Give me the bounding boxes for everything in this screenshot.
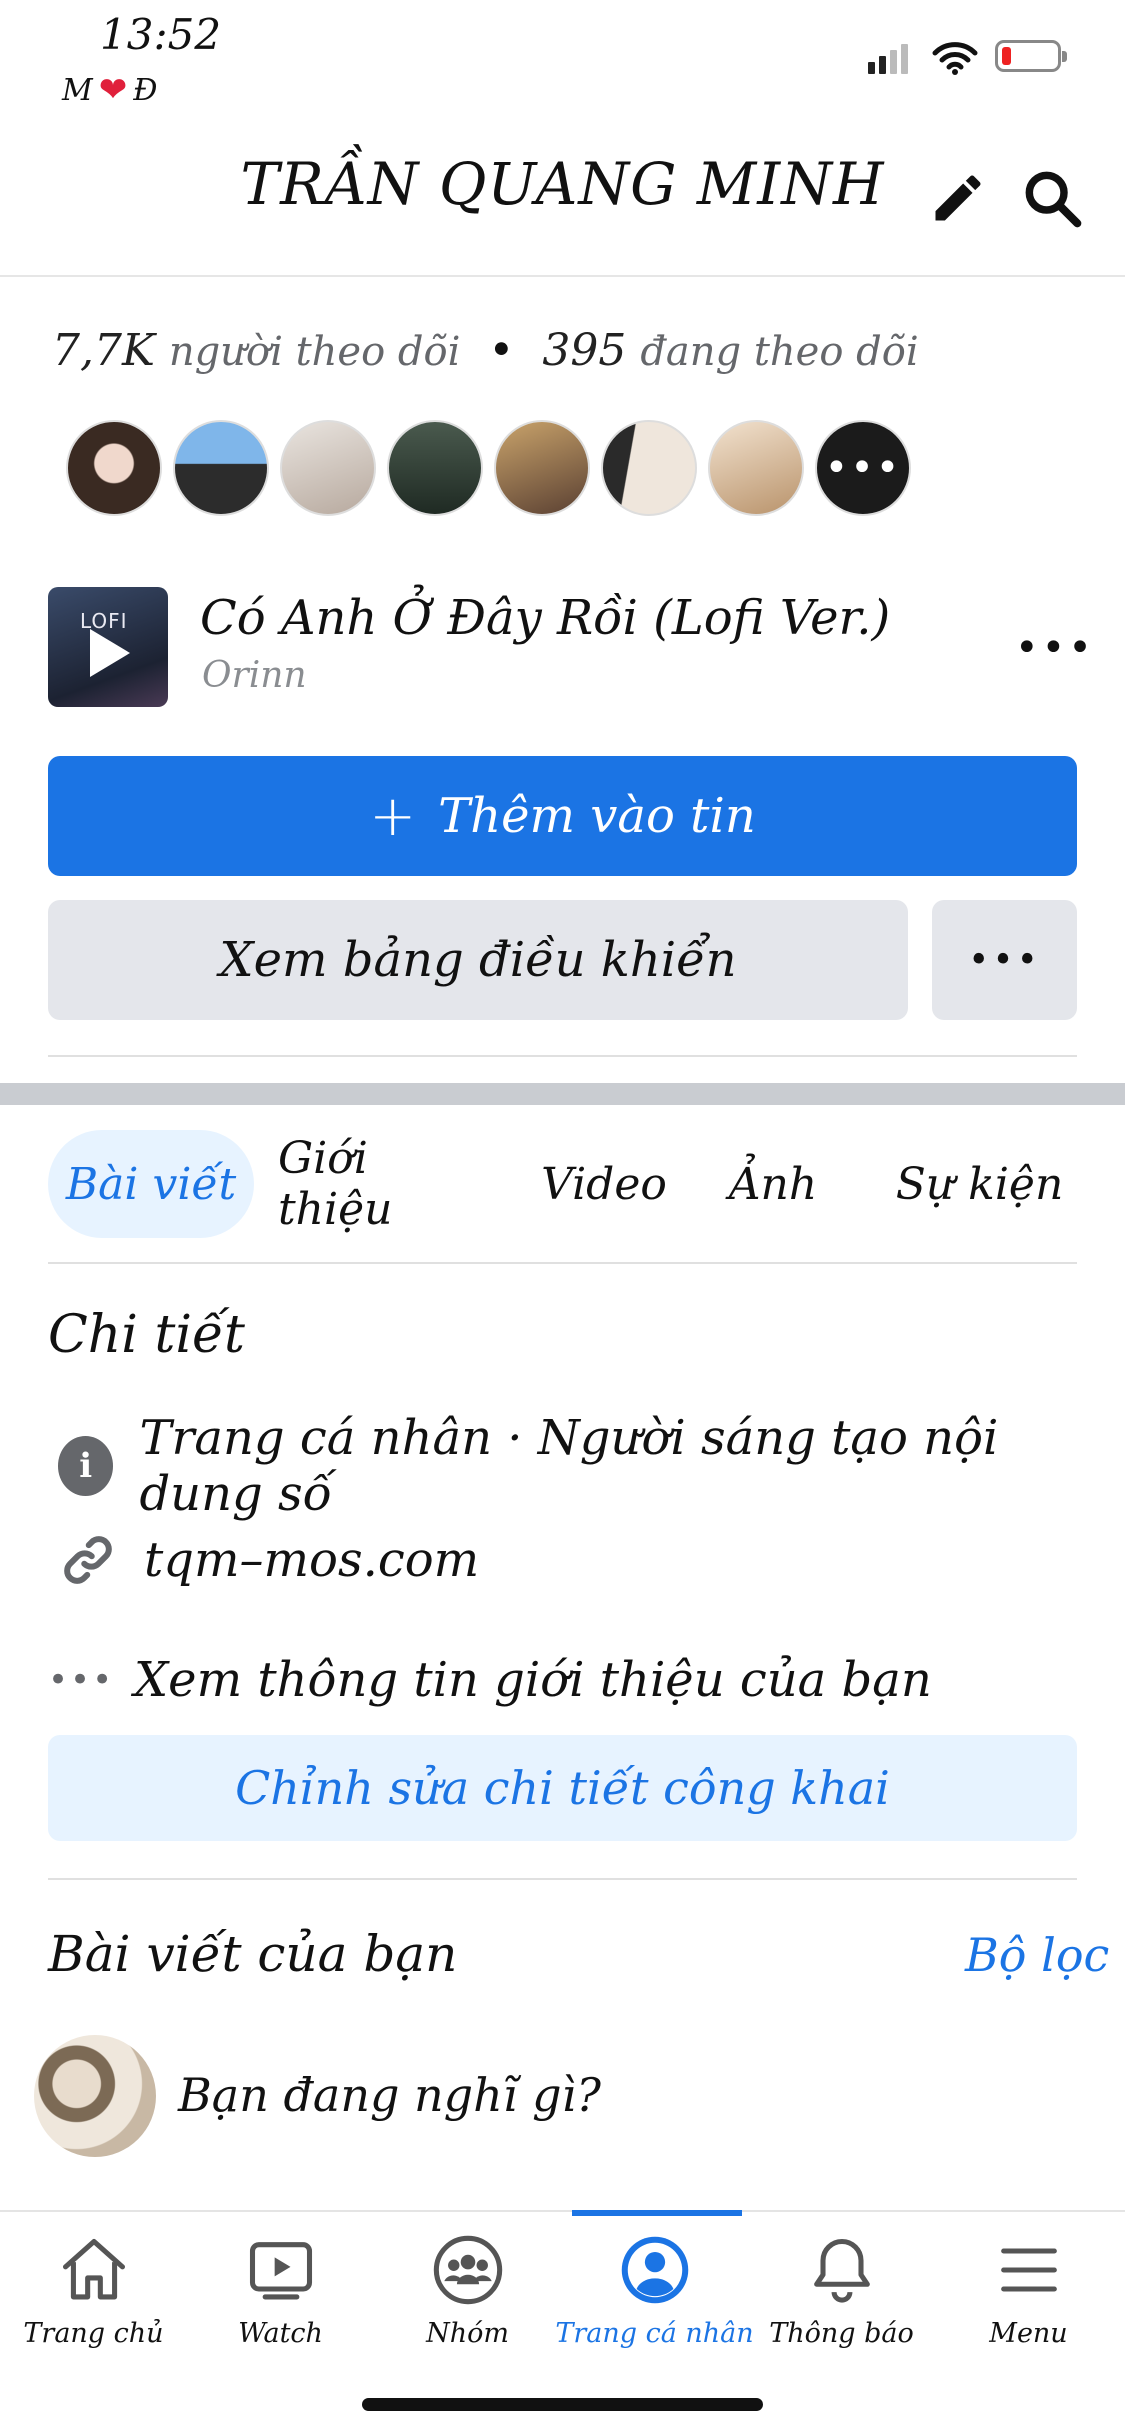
avatar[interactable] (173, 420, 269, 516)
music-artist: Orinn (202, 655, 307, 696)
profile-icon (621, 2236, 688, 2304)
edit-details-button[interactable]: Chỉnh sửa chi tiết công khai (48, 1735, 1077, 1841)
nav-divider (0, 2210, 1125, 2212)
more-icon[interactable]: ••• (1015, 625, 1095, 671)
composer-input[interactable]: Bạn đang nghĩ gì? (178, 2068, 601, 2122)
header-divider (0, 275, 1125, 277)
avatar[interactable] (601, 420, 697, 516)
profile-type-text: Trang cá nhân · Người sáng tạo nội dung … (139, 1410, 999, 1522)
avatar[interactable] (494, 420, 590, 516)
divider (48, 1262, 1077, 1264)
video-icon (249, 2242, 312, 2300)
detail-profile-type: i Trang cá nhân · Người sáng tạo nội dun… (48, 1410, 1125, 1522)
follower-avatars[interactable]: ••• (66, 420, 911, 516)
dashboard-button[interactable]: Xem bảng điều khiển (48, 900, 908, 1020)
tab-events[interactable]: Sự kiện (882, 1130, 1077, 1238)
dots-icon: ••• (48, 1660, 115, 1700)
tab-video[interactable]: Video (524, 1130, 684, 1238)
nav-label: Trang chủ (23, 2318, 164, 2349)
music-thumbnail[interactable]: LOFI (48, 587, 168, 707)
nav-profile[interactable]: Trang cá nhân (555, 2232, 754, 2349)
plus-icon: + (369, 783, 417, 849)
tab-posts[interactable]: Bài viết (48, 1130, 254, 1238)
followers-count: 7,7K (52, 325, 155, 376)
more-options-button[interactable]: ••• (932, 900, 1077, 1020)
nav-notifications[interactable]: Thông báo (748, 2232, 935, 2349)
nav-active-indicator (572, 2210, 742, 2216)
detail-see-about[interactable]: ••• Xem thông tin giới thiệu của bạn (48, 1652, 932, 1708)
section-separator (0, 1083, 1125, 1105)
nav-label: Thông báo (769, 2318, 914, 2349)
search-icon[interactable] (1020, 166, 1084, 230)
filter-link[interactable]: Bộ lọc (965, 1928, 1109, 1982)
home-icon (62, 2238, 125, 2300)
music-title[interactable]: Có Anh Ở Đây Rồi (Lofi Ver.) (200, 590, 890, 646)
tab-about[interactable]: Giới thiệu (278, 1130, 488, 1238)
following-label: đang theo dõi (640, 329, 919, 375)
follow-stats[interactable]: 7,7K người theo dõi • 395 đang theo dõi (52, 325, 919, 376)
link-icon (64, 1536, 112, 1584)
status-time: 13:52 (100, 10, 222, 59)
avatar[interactable] (34, 2035, 156, 2157)
detail-website[interactable]: tqm–mos.com (48, 1530, 479, 1590)
battery-icon (995, 40, 1067, 72)
pencil-icon[interactable] (928, 168, 988, 228)
divider (48, 1878, 1077, 1880)
nav-groups[interactable]: Nhóm (374, 2232, 561, 2349)
home-indicator[interactable] (362, 2398, 763, 2411)
see-about-text[interactable]: Xem thông tin giới thiệu của bạn (134, 1652, 932, 1708)
add-story-label: Thêm vào tin (438, 788, 756, 844)
tab-photos[interactable]: Ảnh (708, 1130, 838, 1238)
avatar[interactable] (387, 420, 483, 516)
nav-label: Trang cá nhân (555, 2318, 754, 2349)
divider (48, 1055, 1077, 1057)
status-initial-left: M (62, 72, 93, 108)
website-link[interactable]: tqm–mos.com (144, 1532, 479, 1588)
avatar[interactable] (280, 420, 376, 516)
groups-icon (433, 2235, 502, 2305)
posts-title: Bài viết của bạn (48, 1925, 458, 1983)
nav-home[interactable]: Trang chủ (0, 2232, 187, 2349)
following-count: 395 (542, 325, 627, 376)
wifi-icon (932, 42, 978, 75)
status-initial-right: Đ (133, 72, 158, 108)
nav-label: Nhóm (426, 2318, 509, 2349)
bell-icon (813, 2238, 870, 2303)
details-title: Chi tiết (48, 1305, 245, 1365)
nav-watch[interactable]: Watch (187, 2232, 374, 2349)
nav-label: Watch (238, 2318, 323, 2349)
profile-tabs: Bài viết Giới thiệu Video Ảnh Sự kiện (48, 1130, 1077, 1238)
add-story-button[interactable]: + Thêm vào tin (48, 756, 1077, 876)
menu-icon (1000, 2248, 1057, 2292)
status-subtitle: M ❤ Đ (62, 70, 157, 110)
followers-label: người theo dõi (168, 329, 461, 375)
avatar[interactable] (708, 420, 804, 516)
avatar[interactable] (66, 420, 162, 516)
nav-label: Menu (989, 2318, 1068, 2349)
more-avatars-icon[interactable]: ••• (815, 420, 911, 516)
nav-menu[interactable]: Menu (935, 2232, 1122, 2349)
stats-separator: • (488, 325, 515, 376)
play-icon (90, 629, 130, 677)
heart-icon: ❤ (98, 70, 128, 110)
signal-icon (868, 44, 908, 74)
info-icon: i (58, 1436, 114, 1496)
